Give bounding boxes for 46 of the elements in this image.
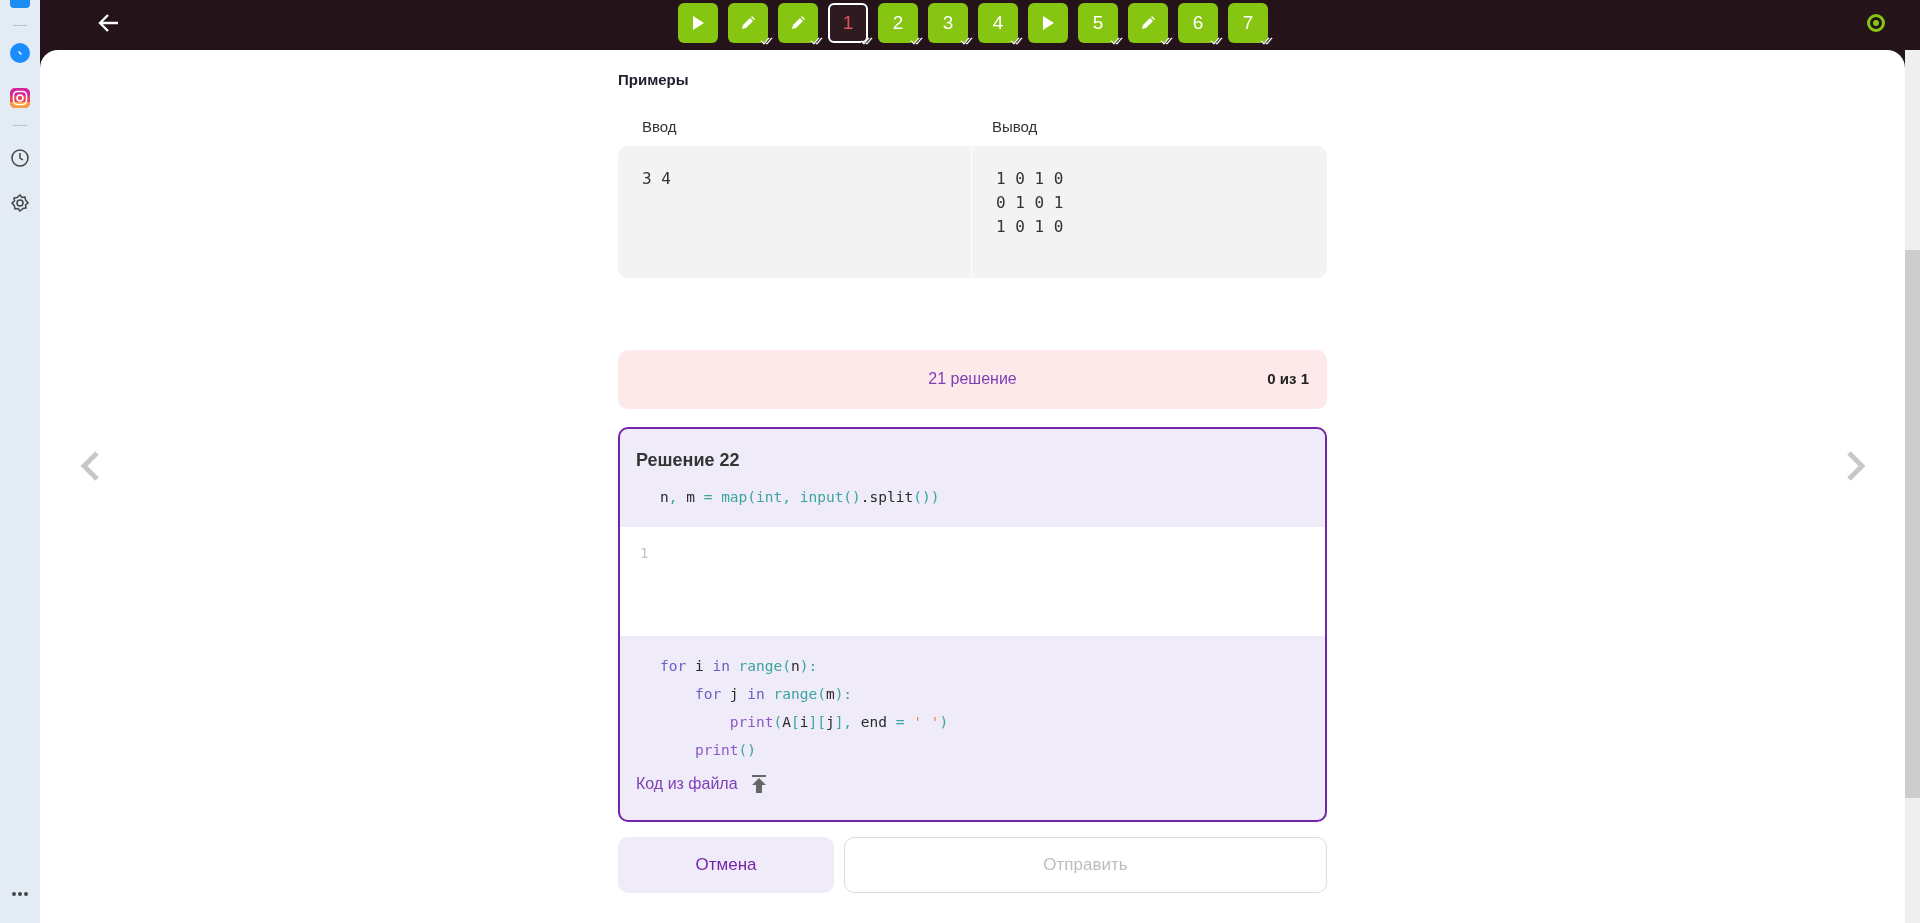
solution-title: Решение 22 [636,448,740,472]
pencil-icon[interactable] [791,16,805,30]
more-icon[interactable] [11,891,29,897]
code-line: print() [693,740,757,760]
clock-icon[interactable] [10,148,30,168]
scrollbar-thumb[interactable] [1905,250,1920,798]
play-icon[interactable] [1042,16,1054,30]
step-button[interactable]: 7 [1228,3,1268,43]
back-arrow-icon[interactable] [98,13,120,33]
code-line: n, m = map(int, input().split()) [660,487,940,507]
step-button[interactable] [1028,3,1068,43]
attempts-count[interactable]: 21 решение [928,367,1017,391]
output-text: 1 0 1 0 [996,215,1064,238]
line-number: 1 [640,543,649,563]
code-line: for j in range(m): [693,684,853,704]
scrollbar[interactable] [1905,50,1920,923]
step-button[interactable] [728,3,768,43]
upload-link[interactable]: Код из файла [636,771,738,796]
code-line: for i in range(n): [660,656,818,676]
code-line: print(A[i][j], end = ' ') [728,712,949,732]
cancel-button[interactable]: Отмена [618,836,834,893]
section-title: Примеры [618,70,689,90]
app-icon[interactable] [8,0,32,8]
step-button[interactable]: 1 [828,3,868,43]
pencil-icon[interactable] [741,16,755,30]
upload-icon[interactable] [751,774,766,793]
code-editor[interactable]: 1 [620,526,1325,636]
input-text: 3 4 [642,167,671,190]
pencil-icon[interactable] [1141,16,1155,30]
column-header: Вывод [992,117,1038,135]
step-button[interactable]: 5 [1078,3,1118,43]
output-text: 0 1 0 1 [996,191,1064,214]
score: 0 из 1 [1267,368,1309,389]
play-icon[interactable] [692,16,704,30]
output-text: 1 0 1 0 [996,167,1064,190]
step-button[interactable]: 2 [878,3,918,43]
step-button[interactable]: 4 [978,3,1018,43]
column-header: Ввод [642,117,677,135]
status-ring-icon [1866,13,1886,33]
instagram-icon[interactable] [10,88,30,108]
step-button[interactable] [1128,3,1168,43]
step-button[interactable]: 6 [1178,3,1218,43]
step-button[interactable] [778,3,818,43]
step-button[interactable]: 3 [928,3,968,43]
step-button[interactable] [678,3,718,43]
settings-icon[interactable] [10,193,30,213]
